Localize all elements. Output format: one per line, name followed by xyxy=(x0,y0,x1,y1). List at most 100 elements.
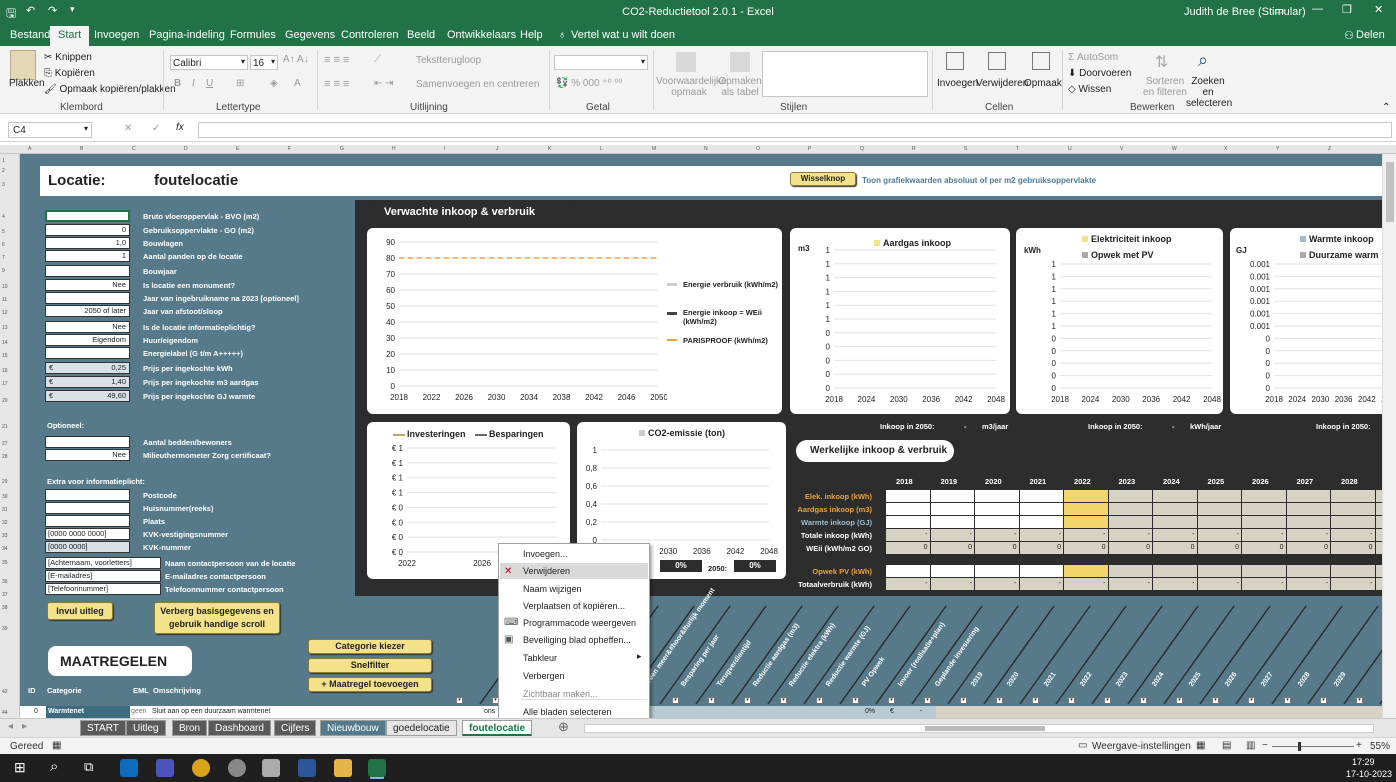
row-header[interactable]: 29 xyxy=(2,479,8,485)
werk-cell[interactable] xyxy=(1153,503,1197,515)
column-header[interactable]: F xyxy=(288,146,291,152)
formula-input[interactable] xyxy=(198,122,1392,138)
werk-cell[interactable] xyxy=(1197,565,1241,577)
paste-icon[interactable] xyxy=(10,50,36,80)
zoom-thumb[interactable] xyxy=(1298,742,1301,751)
werk-cell[interactable] xyxy=(930,516,974,528)
collapse-ribbon-icon[interactable]: ⌃ xyxy=(1382,102,1390,113)
field-input[interactable]: 1,0 xyxy=(45,237,130,249)
cut-button[interactable]: ✂ Knippen xyxy=(44,52,92,63)
werk-cell[interactable] xyxy=(975,565,1019,577)
outlook-icon[interactable] xyxy=(120,759,138,777)
column-header[interactable]: T xyxy=(1016,146,1019,152)
tab-gegevens[interactable]: Gegevens xyxy=(285,29,335,41)
price-input[interactable]: €1,40 xyxy=(45,376,130,388)
column-header[interactable]: H xyxy=(392,146,396,152)
werk-cell[interactable] xyxy=(1242,565,1286,577)
werk-cell[interactable] xyxy=(1153,565,1197,577)
row-header[interactable]: 38 xyxy=(2,605,8,611)
column-header[interactable]: C xyxy=(132,146,136,152)
column-header[interactable]: N xyxy=(704,146,708,152)
row-header[interactable]: 34 xyxy=(2,546,8,552)
cell-styles-gallery[interactable] xyxy=(762,51,928,97)
autosum-button[interactable]: Σ AutoSom xyxy=(1068,52,1118,63)
column-header[interactable]: W xyxy=(1172,146,1177,152)
bold-icon[interactable]: B xyxy=(174,78,181,89)
extra-input[interactable] xyxy=(45,489,130,501)
tab-pagina-indeling[interactable]: Pagina-indeling xyxy=(149,29,225,41)
page-break-icon[interactable]: ▥ xyxy=(1246,740,1255,751)
werk-cell[interactable] xyxy=(1153,490,1197,502)
column-header[interactable]: E xyxy=(236,146,239,152)
tab-bestand[interactable]: Bestand xyxy=(10,29,50,41)
enter-icon[interactable]: ✓ xyxy=(152,123,160,134)
teams-icon[interactable] xyxy=(156,759,174,777)
name-box[interactable]: C4 ▾ xyxy=(8,122,92,138)
column-header[interactable]: U xyxy=(1068,146,1072,152)
column-header[interactable]: R xyxy=(912,146,916,152)
calculator-icon[interactable] xyxy=(262,759,280,777)
indent-icon[interactable]: ⇤ ⇥ xyxy=(374,78,394,89)
row-header[interactable]: 2 xyxy=(2,168,5,174)
share-button[interactable]: Delen xyxy=(1356,29,1385,41)
chrome-icon[interactable] xyxy=(192,759,210,777)
filter-dropdown-icon[interactable]: ▾ xyxy=(996,697,1003,704)
close-icon[interactable]: ✕ xyxy=(1374,3,1383,16)
column-header[interactable]: M xyxy=(652,146,656,152)
field-input[interactable] xyxy=(45,265,130,277)
tab-controleren[interactable]: Controleren xyxy=(341,29,398,41)
werk-cell[interactable] xyxy=(1019,490,1063,502)
cancel-icon[interactable]: ✕ xyxy=(124,123,132,134)
row-header[interactable]: 5 xyxy=(2,229,5,235)
werk-cell[interactable] xyxy=(1019,503,1063,515)
tab-formules[interactable]: Formules xyxy=(230,29,276,41)
price-input[interactable]: €49,60 xyxy=(45,390,130,402)
underline-icon[interactable]: U xyxy=(206,78,213,89)
werk-cell[interactable] xyxy=(1286,503,1330,515)
row-header[interactable]: 31 xyxy=(2,507,8,513)
werk-cell[interactable] xyxy=(1019,565,1063,577)
column-header[interactable]: I xyxy=(444,146,445,152)
context-menu-item[interactable]: Naam wijzigen xyxy=(523,584,582,594)
app-icon[interactable] xyxy=(228,759,246,777)
werk-cell[interactable] xyxy=(1108,490,1152,502)
column-header[interactable]: B xyxy=(80,146,83,152)
find-select-button[interactable]: Zoeken en selecteren xyxy=(1186,76,1232,109)
wissel-button[interactable]: Wisselknop xyxy=(790,172,856,186)
format-cells-button[interactable]: Opmaak xyxy=(1024,78,1062,89)
werk-cell[interactable] xyxy=(975,490,1019,502)
column-header[interactable]: O xyxy=(756,146,760,152)
orientation-icon[interactable]: ⟋ xyxy=(374,54,381,65)
insert-cells-icon[interactable] xyxy=(946,52,964,70)
field-input[interactable]: 0 xyxy=(45,224,130,236)
grow-font-icon[interactable]: A↑ A↓ xyxy=(283,54,309,65)
filter-dropdown-icon[interactable]: ▾ xyxy=(1284,697,1291,704)
werk-cell[interactable] xyxy=(1197,516,1241,528)
align-left-icon[interactable]: ≡ ≡ ≡ xyxy=(324,78,349,90)
werk-cell[interactable] xyxy=(1331,565,1375,577)
row-header[interactable]: 10 xyxy=(2,284,8,290)
italic-icon[interactable]: I xyxy=(192,78,195,89)
page-layout-icon[interactable]: ▤ xyxy=(1222,740,1231,751)
copy-button[interactable]: ⎘ Kopiëren xyxy=(44,68,95,79)
werk-cell[interactable] xyxy=(1331,503,1375,515)
column-header[interactable]: J xyxy=(496,146,499,152)
column-header[interactable]: G xyxy=(340,146,344,152)
sheet-tab[interactable]: Dashboard xyxy=(208,720,271,736)
fill-button[interactable]: ⬇ Doorvoeren xyxy=(1068,68,1131,79)
werk-cell[interactable] xyxy=(886,503,930,515)
field-input[interactable]: Eigendom xyxy=(45,334,130,346)
tab-invoegen[interactable]: Invoegen xyxy=(94,29,139,41)
column-header[interactable]: A xyxy=(28,146,31,152)
context-menu-item[interactable]: Invoegen... xyxy=(523,549,568,559)
zoom-in-icon[interactable]: + xyxy=(1356,740,1362,751)
field-input[interactable]: Nee xyxy=(45,321,130,333)
context-menu-item[interactable]: Tabkleur xyxy=(523,653,557,663)
werk-cell[interactable] xyxy=(1064,503,1108,515)
filter-dropdown-icon[interactable]: ▾ xyxy=(1248,697,1255,704)
row-header[interactable]: 28 xyxy=(2,454,8,460)
row-header[interactable]: 21 xyxy=(2,424,8,430)
row-header[interactable]: 9 xyxy=(2,268,5,274)
tab-start[interactable]: Start xyxy=(50,26,90,46)
row-header[interactable]: 13 xyxy=(2,325,8,331)
